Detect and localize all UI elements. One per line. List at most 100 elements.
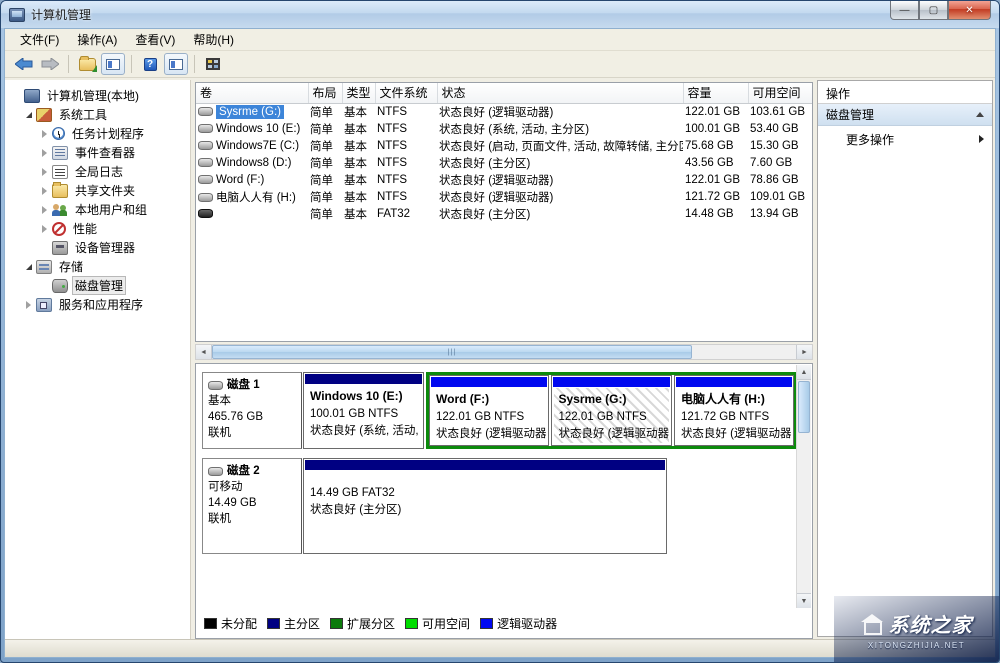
tree-item-event-viewer[interactable]: 事件查看器	[9, 143, 188, 162]
tree-item-device-manager[interactable]: 设备管理器	[9, 238, 188, 257]
expander-icon[interactable]	[37, 130, 52, 138]
volume-row-sysrme[interactable]: Sysrme (G:) 简单基本NTFS 状态良好 (逻辑驱动器)122.01 …	[196, 103, 812, 120]
column-header-volume[interactable]: 卷	[196, 83, 308, 103]
expander-icon[interactable]	[21, 112, 36, 118]
console-icon	[206, 58, 220, 70]
tree-root[interactable]: 计算机管理(本地)	[9, 86, 188, 105]
volume-row-windows10[interactable]: Windows 10 (E:) 简单基本NTFS 状态良好 (系统, 活动, 主…	[196, 120, 812, 137]
disk-2-info[interactable]: 磁盘 2 可移动 14.49 GB 联机	[202, 458, 302, 554]
extended-partition-group: Word (F:) 122.01 GB NTFS 状态良好 (逻辑驱动器 Sys…	[426, 372, 797, 449]
expander-icon[interactable]	[21, 301, 36, 309]
tree-item-performance[interactable]: 性能	[9, 219, 188, 238]
back-button[interactable]	[12, 53, 36, 75]
tree-item-global-log[interactable]: 全局日志	[9, 162, 188, 181]
computer-management-window: 计算机管理 — ▢ ✕ 文件(F) 操作(A) 查看(V) 帮助(H) ?	[0, 0, 1000, 663]
performance-icon	[52, 222, 66, 236]
volume-icon	[198, 209, 213, 218]
partition-sysrme-g[interactable]: Sysrme (G:) 122.01 GB NTFS 状态良好 (逻辑驱动器)	[551, 375, 671, 446]
menu-file[interactable]: 文件(F)	[11, 28, 68, 51]
toolbar-separator	[194, 55, 195, 73]
scroll-down-icon[interactable]: ▼	[797, 593, 811, 608]
tree-item-task-scheduler[interactable]: 任务计划程序	[9, 124, 188, 143]
volume-icon	[198, 193, 213, 202]
watermark-title: 系统之家	[889, 609, 973, 638]
column-header-capacity[interactable]: 容量	[683, 83, 748, 103]
console-options-button[interactable]	[201, 53, 225, 75]
tree-item-system-tools[interactable]: 系统工具	[9, 105, 188, 124]
legend-swatch	[330, 618, 343, 629]
toolbar-separator	[131, 55, 132, 73]
more-actions-item[interactable]: 更多操作	[818, 126, 992, 152]
horizontal-scrollbar[interactable]: ◄ ||| ►	[195, 344, 813, 360]
panel-icon	[169, 59, 183, 70]
primary-partition-bar	[305, 460, 665, 470]
clock-icon	[52, 127, 65, 140]
expander-icon[interactable]	[21, 264, 36, 270]
watermark: 系统之家 XITONGZHIJIA.NET	[834, 596, 999, 662]
column-header-type[interactable]: 类型	[342, 83, 375, 103]
menu-help[interactable]: 帮助(H)	[184, 28, 243, 51]
scroll-up-icon[interactable]: ▲	[797, 365, 811, 380]
users-icon	[52, 203, 68, 217]
disk-1-row: 磁盘 1 基本 465.76 GB 联机 Windows 10 (E:) 100…	[202, 372, 792, 449]
scrollbar-track[interactable]	[692, 345, 796, 359]
collapse-icon[interactable]	[976, 112, 984, 117]
logical-drive-bar	[553, 377, 669, 387]
volume-row-unnamed[interactable]: 简单基本FAT32 状态良好 (主分区)14.48 GB13.94 GB	[196, 205, 812, 222]
disk-size: 465.76 GB	[208, 409, 296, 425]
volume-row-windows8[interactable]: Windows8 (D:) 简单基本NTFS 状态良好 (主分区)43.56 G…	[196, 154, 812, 171]
menu-view[interactable]: 查看(V)	[126, 28, 184, 51]
tree-item-shared-folders[interactable]: 共享文件夹	[9, 181, 188, 200]
partition-windows10-e[interactable]: Windows 10 (E:) 100.01 GB NTFS 状态良好 (系统,…	[303, 372, 424, 449]
column-header-filesystem[interactable]: 文件系统	[375, 83, 437, 103]
volume-row-windows7e[interactable]: Windows7E (C:) 简单基本NTFS 状态良好 (启动, 页面文件, …	[196, 137, 812, 154]
vertical-scrollbar[interactable]: ▲ ▼	[796, 365, 811, 608]
volume-row-diannao[interactable]: 电脑人人有 (H:) 简单基本NTFS 状态良好 (逻辑驱动器)121.72 G…	[196, 188, 812, 205]
expander-icon[interactable]	[37, 149, 52, 157]
column-header-status[interactable]: 状态	[437, 83, 683, 103]
watermark-subtitle: XITONGZHIJIA.NET	[868, 641, 965, 650]
menu-action[interactable]: 操作(A)	[68, 28, 126, 51]
forward-button[interactable]	[38, 53, 62, 75]
tree-item-storage[interactable]: 存储	[9, 257, 188, 276]
shared-folder-icon	[52, 184, 68, 198]
open-button[interactable]	[75, 53, 99, 75]
volume-row-word[interactable]: Word (F:) 简单基本NTFS 状态良好 (逻辑驱动器)122.01 GB…	[196, 171, 812, 188]
actions-pane: 操作 磁盘管理 更多操作	[817, 80, 993, 637]
expander-icon[interactable]	[37, 225, 52, 233]
minimize-button[interactable]: —	[890, 1, 919, 20]
disk-icon	[208, 467, 223, 476]
column-header-layout[interactable]: 布局	[308, 83, 342, 103]
close-button[interactable]: ✕	[948, 1, 991, 20]
maximize-button[interactable]: ▢	[919, 1, 948, 20]
partition-diannao-h[interactable]: 电脑人人有 (H:) 121.72 GB NTFS 状态良好 (逻辑驱动器	[674, 375, 794, 446]
show-console-tree-button[interactable]	[101, 53, 125, 75]
titlebar[interactable]: 计算机管理 — ▢ ✕	[1, 1, 999, 28]
expander-icon[interactable]	[37, 168, 52, 176]
tree-item-local-users-groups[interactable]: 本地用户和组	[9, 200, 188, 219]
storage-icon	[36, 260, 52, 274]
help-button[interactable]: ?	[138, 53, 162, 75]
disk-status: 联机	[208, 511, 296, 527]
partition-word-f[interactable]: Word (F:) 122.01 GB NTFS 状态良好 (逻辑驱动器	[429, 375, 549, 446]
disk-type: 基本	[208, 393, 296, 409]
scrollbar-thumb[interactable]	[798, 381, 810, 433]
scrollbar-thumb[interactable]: |||	[212, 345, 692, 359]
show-action-pane-button[interactable]	[164, 53, 188, 75]
scroll-right-icon[interactable]: ►	[796, 345, 812, 359]
column-header-free-space[interactable]: 可用空间	[748, 83, 812, 103]
disk-2-row: 磁盘 2 可移动 14.49 GB 联机 14.49 GB FAT32 状态良好…	[202, 458, 792, 554]
expander-icon[interactable]	[37, 206, 52, 214]
tree-item-services-applications[interactable]: 服务和应用程序	[9, 295, 188, 314]
actions-section-disk-management[interactable]: 磁盘管理	[818, 104, 992, 126]
expander-icon[interactable]	[37, 187, 52, 195]
disk-icon	[208, 381, 223, 390]
primary-partition-bar	[305, 374, 422, 384]
tree-item-disk-management[interactable]: 磁盘管理	[9, 276, 188, 295]
scroll-left-icon[interactable]: ◄	[196, 345, 212, 359]
legend-swatch	[267, 618, 280, 629]
partition-fat32[interactable]: 14.49 GB FAT32 状态良好 (主分区)	[303, 458, 667, 554]
volume-list: 卷 布局 类型 文件系统 状态 容量 可用空间 Sysrme (G:) 简单基本…	[195, 82, 813, 342]
disk-1-info[interactable]: 磁盘 1 基本 465.76 GB 联机	[202, 372, 302, 449]
console-tree: 计算机管理(本地) 系统工具 任务计划程序 事件查看器	[5, 80, 191, 639]
